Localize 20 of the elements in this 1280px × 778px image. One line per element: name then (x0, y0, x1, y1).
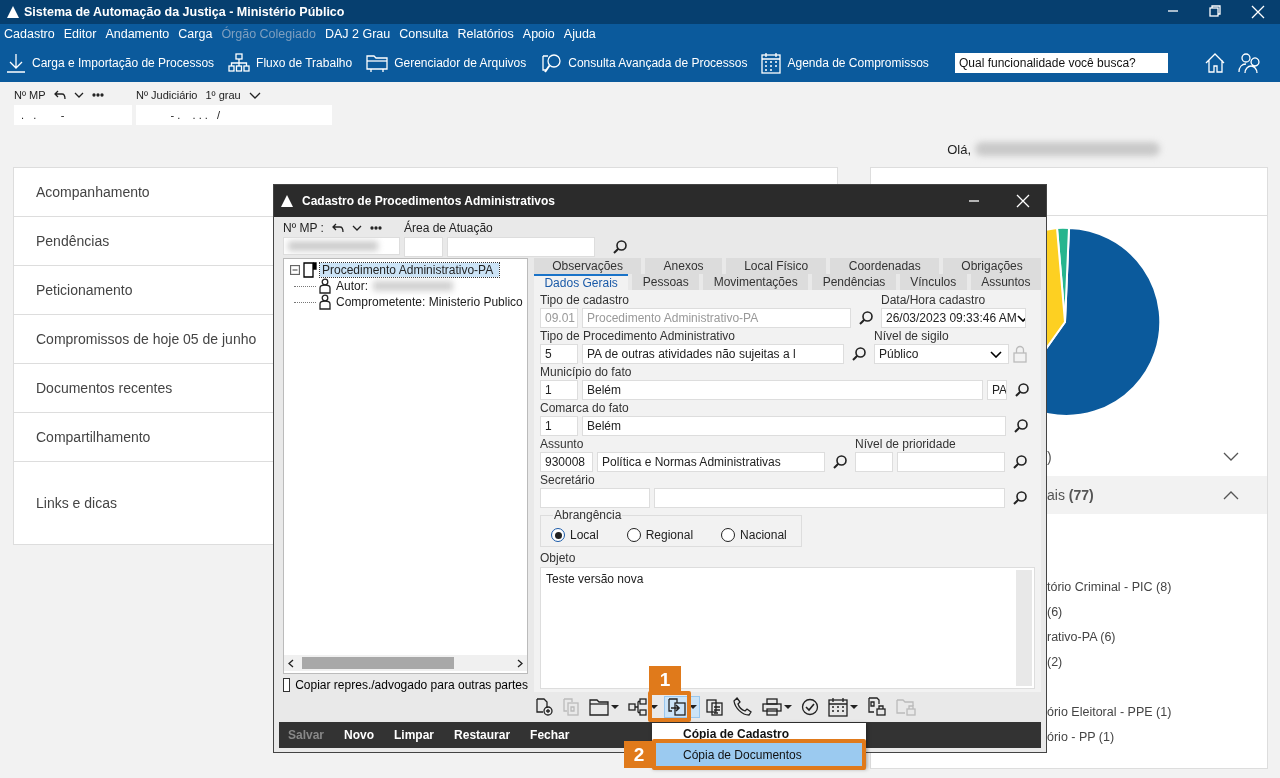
field-label: Assunto (540, 437, 585, 451)
window-title: Sistema de Automação da Justiça - Ministério Público (24, 5, 345, 19)
greeting: Olá, (947, 141, 971, 157)
field-label: Nº Judiciário (136, 89, 198, 101)
field-label: Município do fato (540, 365, 633, 379)
field-label: Secretário (540, 473, 596, 487)
field-label: Tipo de cadastro (540, 293, 630, 307)
field-label: Tipo de Procedimento Administrativo (540, 329, 736, 343)
field-label: Área de Atuação (404, 221, 493, 235)
dialog-title: Cadastro de Procedimentos Administrativos (302, 194, 555, 208)
callout-badge: 2 (624, 741, 654, 768)
group-label: Abrangência (553, 508, 623, 522)
field-label: Nº MP (14, 89, 46, 101)
field-label: Nível de sigilo (874, 329, 950, 343)
field-label: Nível de prioridade (855, 437, 957, 451)
callout-badge: 1 (649, 666, 681, 693)
field-label: Data/Hora cadastro (881, 293, 987, 307)
field-label: Comarca do fato (540, 401, 630, 415)
field-label: Objeto (540, 551, 577, 565)
field-label: Nº MP : (283, 221, 324, 235)
